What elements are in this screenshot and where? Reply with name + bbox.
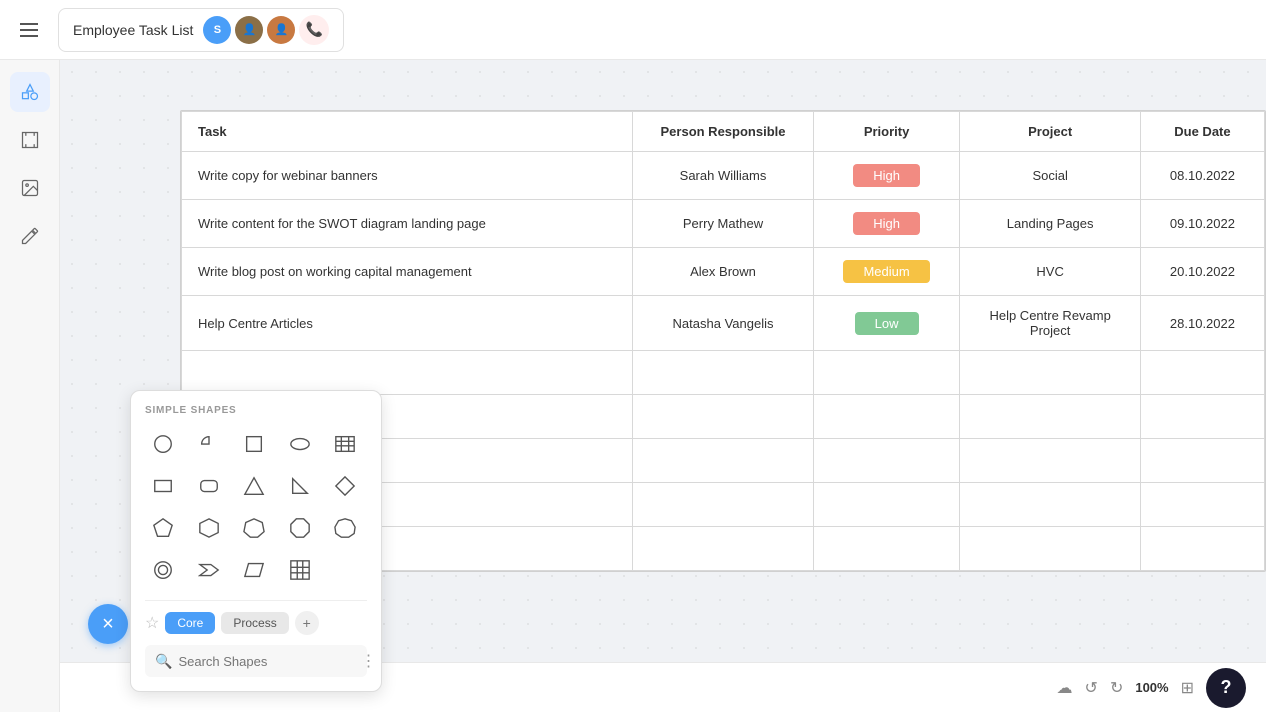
menu-button[interactable] <box>16 19 42 41</box>
avatar-2: 👤 <box>267 16 295 44</box>
project-cell: HVC <box>960 248 1141 296</box>
undo-icon[interactable]: ↺ <box>1085 678 1098 698</box>
due-date-cell: 08.10.2022 <box>1140 152 1264 200</box>
title-badge: Employee Task List S 👤 👤 📞 <box>58 8 344 52</box>
tab-core[interactable]: Core <box>165 612 215 634</box>
shape-ellipse[interactable] <box>282 426 318 462</box>
zoom-level: 100% <box>1135 680 1168 695</box>
cloud-icon[interactable]: ☁ <box>1057 678 1073 698</box>
priority-cell: High <box>813 152 960 200</box>
phone-icon[interactable]: 📞 <box>299 15 329 45</box>
table-row: Write content for the SWOT diagram landi… <box>182 200 1265 248</box>
task-cell: Help Centre Articles <box>182 296 633 351</box>
person-cell: Perry Mathew <box>633 200 814 248</box>
shape-tabs-row: ☆ Core Process + <box>145 600 367 635</box>
project-cell: Landing Pages <box>960 200 1141 248</box>
priority-cell: Low <box>813 296 960 351</box>
shapes-tool[interactable] <box>10 72 50 112</box>
frame-tool[interactable] <box>10 120 50 160</box>
more-options-icon[interactable]: ⋮ <box>360 651 376 671</box>
due-date-cell: 20.10.2022 <box>1140 248 1264 296</box>
shape-octagon[interactable] <box>282 510 318 546</box>
priority-cell: Medium <box>813 248 960 296</box>
col-header-project: Project <box>960 112 1141 152</box>
empty-row <box>182 351 1265 395</box>
avatar-s: S <box>203 16 231 44</box>
search-row: 🔍 ⋮ <box>145 645 367 677</box>
shape-hexagon[interactable] <box>191 510 227 546</box>
avatar-1: 👤 <box>235 16 263 44</box>
avatar-group: S 👤 👤 📞 <box>203 15 329 45</box>
priority-badge: High <box>853 164 920 187</box>
col-header-task: Task <box>182 112 633 152</box>
canvas-area[interactable]: Task Person Responsible Priority Project… <box>60 60 1266 712</box>
shape-arc[interactable] <box>191 426 227 462</box>
task-cell: Write content for the SWOT diagram landi… <box>182 200 633 248</box>
shape-parallelogram[interactable] <box>236 552 272 588</box>
star-icon[interactable]: ☆ <box>145 613 159 633</box>
help-button[interactable]: ? <box>1206 668 1246 708</box>
person-cell: Sarah Williams <box>633 152 814 200</box>
shape-heptagon[interactable] <box>236 510 272 546</box>
project-cell: Help Centre Revamp Project <box>960 296 1141 351</box>
fab-close-button[interactable]: × <box>88 604 128 644</box>
due-date-cell: 28.10.2022 <box>1140 296 1264 351</box>
grid-icon[interactable]: ⊞ <box>1181 678 1194 698</box>
search-icon: 🔍 <box>155 653 172 670</box>
person-cell: Alex Brown <box>633 248 814 296</box>
shape-triangle[interactable] <box>236 468 272 504</box>
task-cell: Write blog post on working capital manag… <box>182 248 633 296</box>
person-cell: Natasha Vangelis <box>633 296 814 351</box>
redo-icon[interactable]: ↻ <box>1110 678 1123 698</box>
table-row: Help Centre Articles Natasha Vangelis Lo… <box>182 296 1265 351</box>
table-row: Write blog post on working capital manag… <box>182 248 1265 296</box>
priority-badge: Medium <box>843 260 929 283</box>
shape-rounded-rect[interactable] <box>191 468 227 504</box>
shape-square[interactable] <box>236 426 272 462</box>
col-header-person: Person Responsible <box>633 112 814 152</box>
draw-tool[interactable] <box>10 216 50 256</box>
col-header-due: Due Date <box>1140 112 1264 152</box>
topbar: Employee Task List S 👤 👤 📞 <box>0 0 1266 60</box>
shapes-section-title: SIMPLE SHAPES <box>145 405 367 416</box>
shape-table[interactable] <box>327 426 363 462</box>
priority-cell: High <box>813 200 960 248</box>
table-row: Write copy for webinar banners Sarah Wil… <box>182 152 1265 200</box>
shape-diamond[interactable] <box>327 468 363 504</box>
shape-circle[interactable] <box>145 426 181 462</box>
shape-chevron[interactable] <box>191 552 227 588</box>
tab-process[interactable]: Process <box>221 612 288 634</box>
project-cell: Social <box>960 152 1141 200</box>
shape-grid[interactable] <box>282 552 318 588</box>
tab-add-button[interactable]: + <box>295 611 319 635</box>
shapes-panel: SIMPLE SHAPES <box>130 390 382 692</box>
shape-rect[interactable] <box>145 468 181 504</box>
left-sidebar <box>0 60 60 712</box>
col-header-priority: Priority <box>813 112 960 152</box>
document-title: Employee Task List <box>73 22 193 38</box>
task-cell: Write copy for webinar banners <box>182 152 633 200</box>
shapes-grid <box>145 426 367 588</box>
priority-badge: High <box>853 212 920 235</box>
shape-right-triangle[interactable] <box>282 468 318 504</box>
image-tool[interactable] <box>10 168 50 208</box>
shape-pentagon[interactable] <box>145 510 181 546</box>
main-area: Task Person Responsible Priority Project… <box>0 60 1266 712</box>
shape-decagon[interactable] <box>327 510 363 546</box>
due-date-cell: 09.10.2022 <box>1140 200 1264 248</box>
search-shapes-input[interactable] <box>178 654 354 669</box>
shape-ring[interactable] <box>145 552 181 588</box>
priority-badge: Low <box>855 312 919 335</box>
